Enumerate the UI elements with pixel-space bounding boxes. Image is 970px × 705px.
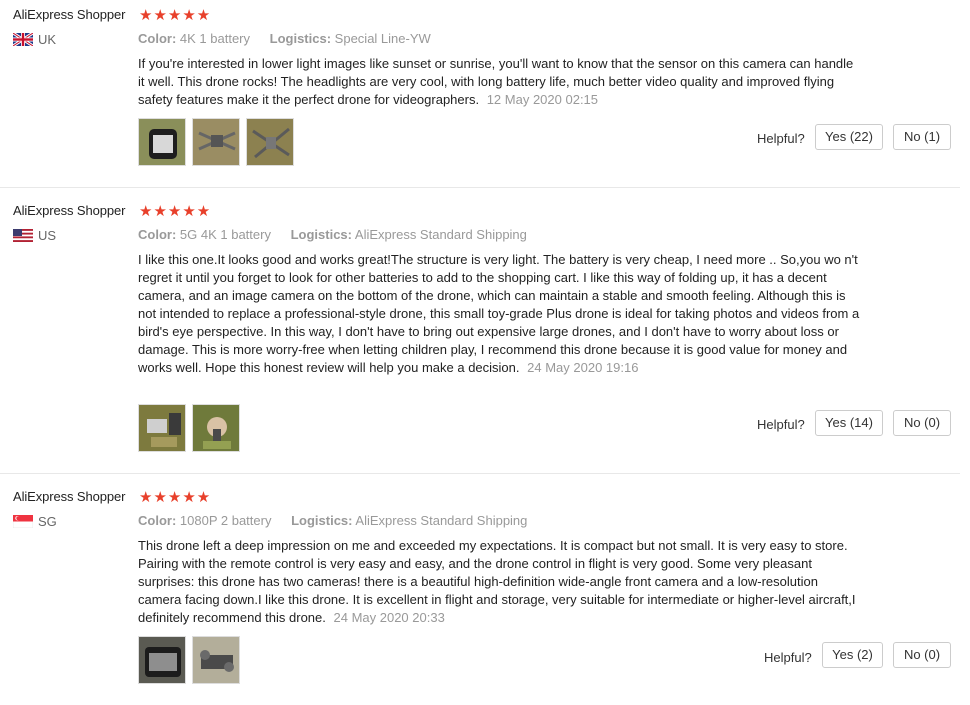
logistics-value: AliExpress Standard Shipping bbox=[355, 513, 528, 528]
review-photos bbox=[138, 118, 294, 166]
helpful-no-button[interactable]: No (0) bbox=[893, 642, 951, 668]
review-photos bbox=[138, 404, 240, 452]
reviewer-name: AliExpress Shopper bbox=[13, 203, 126, 218]
review-text: I like this one.It looks good and works … bbox=[138, 251, 860, 377]
review-photo-thumbnail[interactable] bbox=[138, 118, 186, 166]
us-flag-icon bbox=[13, 229, 33, 242]
review-text: This drone left a deep impression on me … bbox=[138, 537, 860, 627]
logistics-label: Logistics: bbox=[291, 513, 353, 528]
country-code: UK bbox=[38, 32, 57, 47]
review-date: 12 May 2020 02:15 bbox=[486, 92, 599, 107]
color-label: Color: bbox=[138, 31, 177, 46]
helpful-no-button[interactable]: No (0) bbox=[893, 410, 951, 436]
helpful-label: Helpful? bbox=[757, 417, 805, 432]
star-rating: ★★★★★ bbox=[139, 203, 212, 220]
review-photo-thumbnail[interactable] bbox=[246, 118, 294, 166]
star-rating: ★★★★★ bbox=[139, 489, 212, 506]
order-info: Color: 1080P 2 battery Logistics: AliExp… bbox=[138, 513, 527, 528]
review-item: AliExpress Shopper ★★★★★ US Color: 5G 4K… bbox=[0, 195, 970, 473]
star-rating: ★★★★★ bbox=[139, 7, 212, 24]
color-label: Color: bbox=[138, 227, 177, 242]
review-photo-thumbnail[interactable] bbox=[138, 636, 186, 684]
color-value: 4K 1 battery bbox=[179, 31, 251, 46]
helpful-yes-button[interactable]: Yes (22) bbox=[815, 124, 883, 150]
reviewer-country: UK bbox=[13, 32, 56, 47]
reviewer-country: SG bbox=[13, 514, 57, 529]
logistics-label: Logistics: bbox=[269, 31, 332, 46]
helpful-yes-button[interactable]: Yes (14) bbox=[815, 410, 883, 436]
order-info: Color: 4K 1 battery Logistics: Special L… bbox=[138, 31, 431, 46]
review-photo-thumbnail[interactable] bbox=[138, 404, 186, 452]
order-info: Color: 5G 4K 1 battery Logistics: AliExp… bbox=[138, 227, 527, 242]
country-code: US bbox=[38, 228, 57, 243]
review-divider bbox=[0, 473, 960, 474]
helpful-no-button[interactable]: No (1) bbox=[893, 124, 951, 150]
color-value: 5G 4K 1 battery bbox=[179, 227, 271, 242]
reviewer-name: AliExpress Shopper bbox=[13, 7, 126, 22]
review-photo-thumbnail[interactable] bbox=[192, 118, 240, 166]
review-divider bbox=[0, 187, 960, 188]
reviewer-name: AliExpress Shopper bbox=[13, 489, 126, 504]
helpful-label: Helpful? bbox=[757, 131, 805, 146]
review-date: 24 May 2020 19:16 bbox=[527, 360, 639, 375]
review-photo-thumbnail[interactable] bbox=[192, 636, 240, 684]
helpful-label: Helpful? bbox=[764, 650, 812, 665]
review-item: AliExpress Shopper ★★★★★ SG Color: 1080P… bbox=[0, 481, 970, 705]
review-photos bbox=[138, 636, 240, 684]
review-text: If you're interested in lower light imag… bbox=[138, 55, 860, 109]
uk-flag-icon bbox=[13, 33, 33, 46]
color-label: Color: bbox=[138, 513, 177, 528]
logistics-value: Special Line-YW bbox=[334, 31, 431, 46]
review-date: 24 May 2020 20:33 bbox=[333, 610, 445, 625]
review-body: I like this one.It looks good and works … bbox=[138, 252, 860, 375]
reviewer-country: US bbox=[13, 228, 56, 243]
color-value: 1080P 2 battery bbox=[179, 513, 272, 528]
sg-flag-icon bbox=[13, 515, 33, 528]
logistics-label: Logistics: bbox=[290, 227, 352, 242]
helpful-yes-button[interactable]: Yes (2) bbox=[822, 642, 883, 668]
review-body: This drone left a deep impression on me … bbox=[138, 538, 856, 625]
review-item: AliExpress Shopper ★★★★★ UK Color: 4K 1 … bbox=[0, 0, 970, 187]
country-code: SG bbox=[38, 514, 57, 529]
review-photo-thumbnail[interactable] bbox=[192, 404, 240, 452]
logistics-value: AliExpress Standard Shipping bbox=[354, 227, 527, 242]
